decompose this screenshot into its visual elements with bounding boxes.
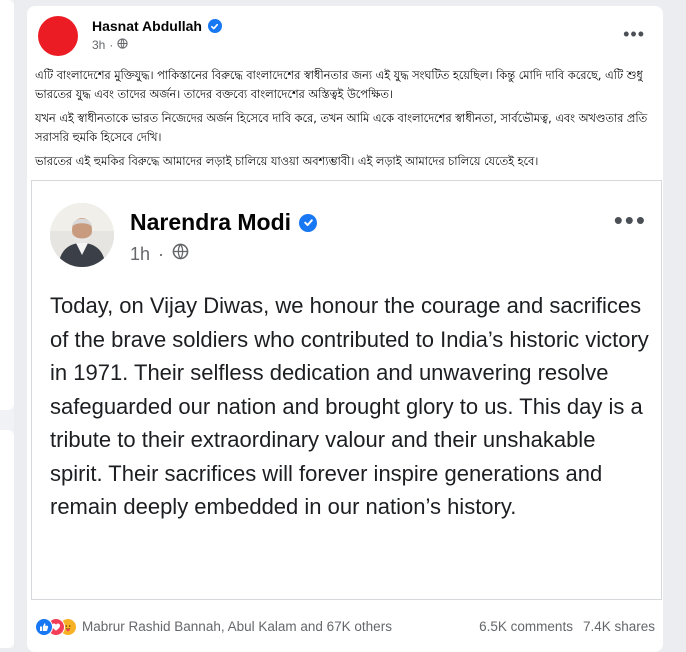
shared-author-name: Narendra Modi	[130, 209, 292, 235]
engagement-counts: 6.5K comments 7.4K shares	[479, 619, 655, 634]
post-paragraph: ভারতের এই হুমকির বিরুদ্ধে আমাদের লড়াই চ…	[35, 155, 539, 168]
shared-post-image[interactable]: Narendra Modi 1h · ••• Today, on Vijay D…	[31, 180, 662, 600]
author-name[interactable]: Hasnat Abdullah	[92, 18, 202, 34]
reactions-summary[interactable]	[35, 618, 79, 636]
shares-count[interactable]: 7.4K shares	[583, 619, 655, 634]
reactors-text[interactable]: Mabrur Rashid Bannah, Abul Kalam and 67K…	[82, 619, 392, 634]
globe-icon	[117, 38, 128, 52]
shared-author-line: Narendra Modi	[130, 209, 318, 236]
verified-badge-icon	[207, 19, 222, 33]
author-line: Hasnat Abdullah	[92, 18, 222, 34]
shared-author-avatar	[50, 203, 114, 267]
globe-icon	[172, 243, 189, 265]
shared-post-meta: 1h ·	[130, 243, 189, 265]
post-footer: Mabrur Rashid Bannah, Abul Kalam and 67K…	[35, 615, 655, 639]
shared-post-text: Today, on Vijay Diwas, we honour the cou…	[50, 293, 649, 519]
avatar[interactable]	[38, 16, 78, 56]
post-body: এটি বাংলাদেশের মুক্তিযুদ্ধ। পাকিস্তানের …	[35, 66, 653, 176]
shared-more-options-icon: •••	[613, 205, 647, 235]
post-card: Hasnat Abdullah 3h · ••• এটি বাংলাদেশের …	[27, 6, 663, 652]
post-meta: 3h ·	[92, 38, 128, 52]
like-icon	[35, 618, 53, 636]
post-header: Hasnat Abdullah 3h · •••	[38, 16, 663, 60]
left-card-top	[0, 0, 14, 410]
shared-timestamp: 1h	[130, 243, 151, 264]
timestamp[interactable]: 3h	[92, 38, 105, 52]
post-paragraph: এটি বাংলাদেশের মুক্তিযুদ্ধ। পাকিস্তানের …	[35, 69, 643, 101]
left-card-bottom	[0, 430, 14, 648]
verified-badge-icon	[299, 213, 318, 232]
post-paragraph: যখন এই স্বাধীনতাকে ভারত নিজেদের অর্জন হি…	[35, 112, 648, 144]
more-options-button[interactable]: •••	[623, 24, 645, 45]
comments-count[interactable]: 6.5K comments	[479, 619, 573, 634]
